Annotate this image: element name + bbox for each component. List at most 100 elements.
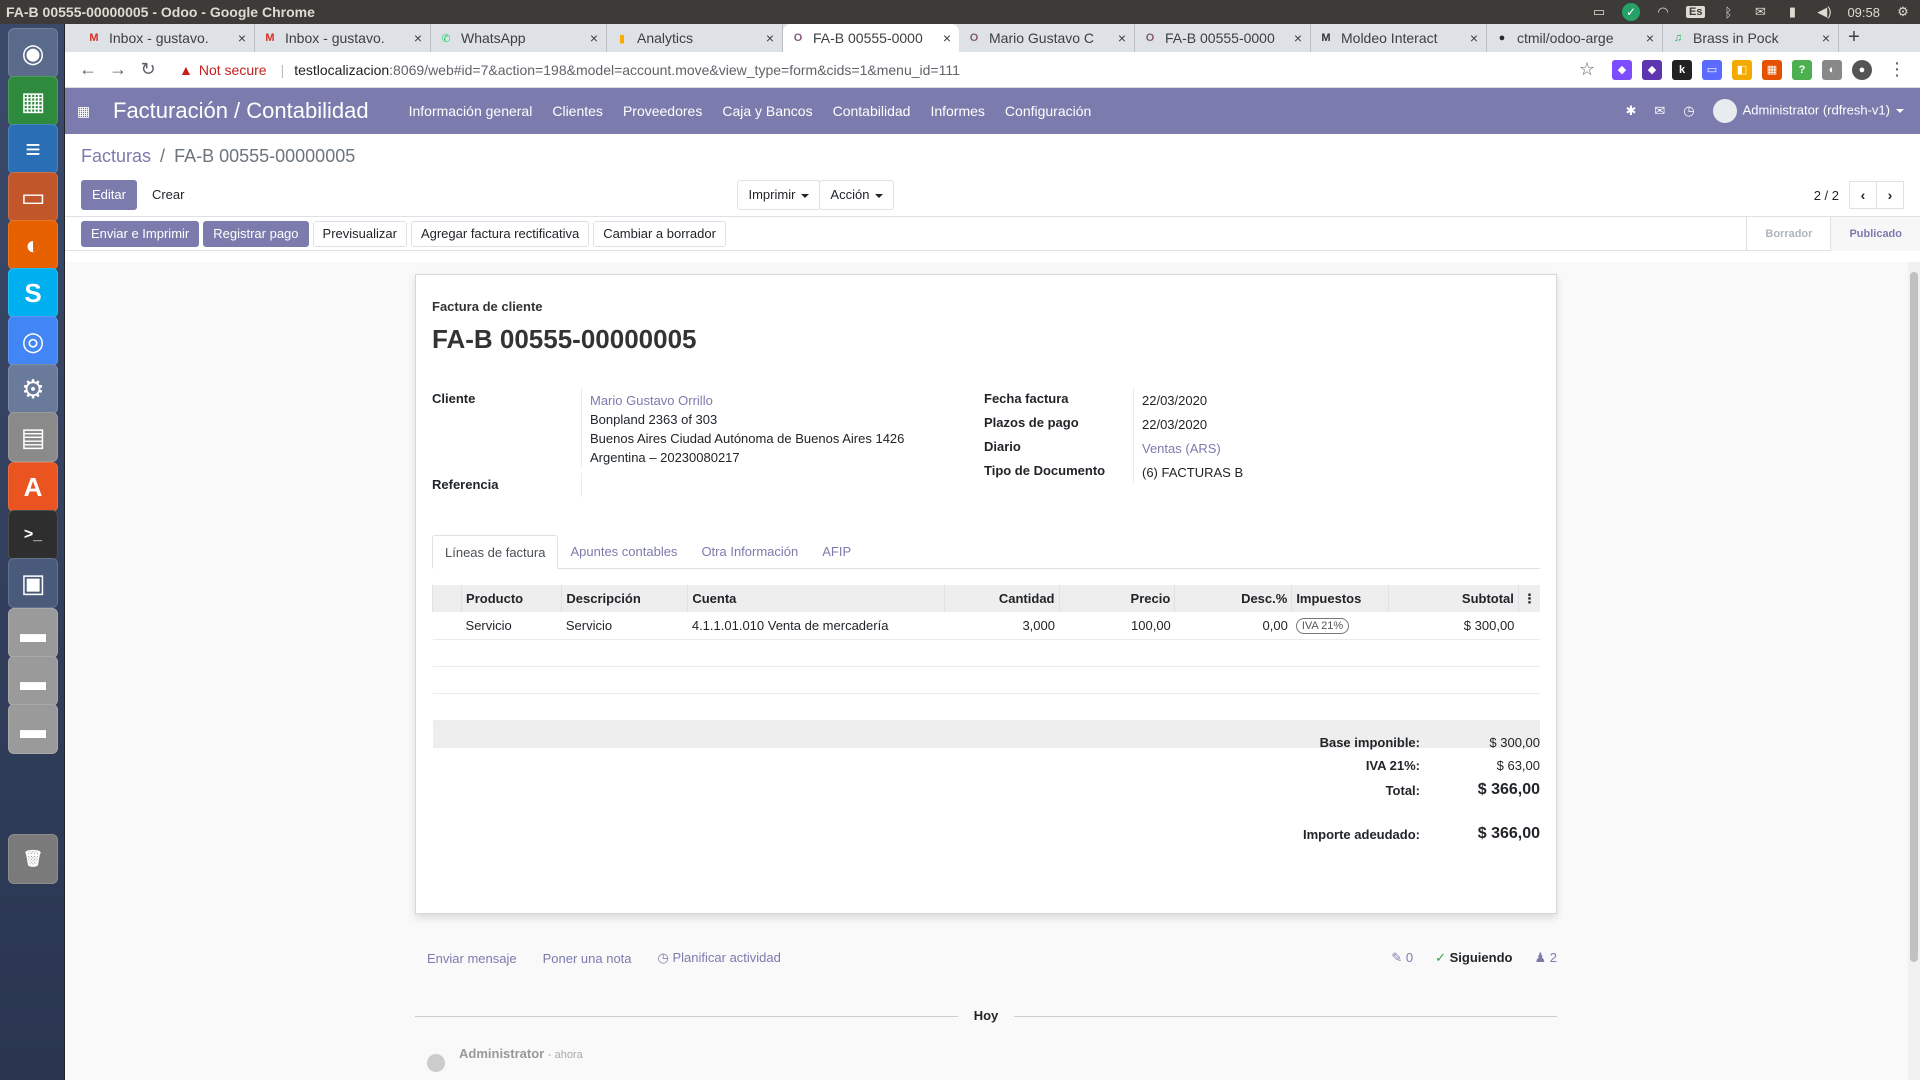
browser-tab[interactable]: ♫ Brass in Pock × [1663,24,1839,52]
notebook-tab[interactable]: Apuntes contables [558,535,689,568]
notebook-tab[interactable]: Líneas de factura [432,535,559,569]
pager-value[interactable]: 2 / 2 [1814,188,1839,203]
customer-link[interactable]: Mario Gustavo Orrillo [590,391,904,410]
menu-item[interactable]: Caja y Bancos [712,103,822,119]
drive-icon-1[interactable]: ▬ [8,608,58,658]
browser-tab[interactable]: O FA-B 00555-0000 × [783,24,959,52]
close-icon[interactable]: × [414,30,422,46]
create-button[interactable]: Crear [140,180,196,210]
close-icon[interactable]: × [766,30,774,46]
drive-icon-2[interactable]: ▬ [8,656,58,706]
action-dropdown[interactable]: Acción [819,180,895,210]
browser-tab[interactable]: ▮ Analytics × [607,24,783,52]
forward-icon[interactable]: → [103,59,133,80]
session-gear-icon[interactable]: ⚙ [1894,4,1912,19]
close-icon[interactable]: × [1294,30,1302,46]
scrollbar-thumb[interactable] [1910,272,1918,962]
extension-icon-7[interactable]: ? [1792,59,1812,80]
send-message-button[interactable]: Enviar mensaje [427,951,517,966]
empty-row[interactable] [432,639,1540,667]
spreadsheet-icon[interactable]: ▦ [8,76,58,126]
back-icon[interactable]: ← [73,59,103,80]
pager-previous-icon[interactable]: ‹ [1849,181,1877,209]
message-author[interactable]: Administrator [459,1046,544,1061]
column-header[interactable]: Desc.% [1174,585,1292,612]
breadcrumb-facturas[interactable]: Facturas [81,146,151,166]
close-icon[interactable]: × [1470,30,1478,46]
volume-icon[interactable]: ◀) [1815,4,1833,19]
close-icon[interactable]: × [590,30,598,46]
close-icon[interactable]: × [1118,30,1126,46]
impress-icon[interactable]: ▭ [8,172,58,222]
new-tab-icon[interactable]: + [1839,26,1869,52]
address-bar[interactable]: ▲ Not secure | testlocalizacion:8069/web… [169,56,1566,84]
extension-icon-3[interactable]: k [1672,59,1692,80]
column-header[interactable]: Subtotal [1388,585,1519,612]
extension-icon-6[interactable]: ▦ [1762,59,1782,80]
scrollbar[interactable] [1908,262,1920,1080]
extension-icon-5[interactable]: ◧ [1732,59,1752,80]
browser-tab[interactable]: ● ctmil/odoo-arge × [1487,24,1663,52]
following-button[interactable]: ✓ Siguiendo [1435,950,1512,966]
table-row[interactable]: Servicio Servicio 4.1.1.01.010 Venta de me… [432,612,1540,640]
profile-icon[interactable]: ● [1852,59,1872,80]
log-note-button[interactable]: Poner una nota [543,951,632,966]
followers-button[interactable]: ♟ 2 [1534,950,1557,966]
browser-tab[interactable]: O FA-B 00555-0000 × [1135,24,1311,52]
empty-row[interactable] [432,693,1540,721]
drive-icon-3[interactable]: ▬ [8,704,58,754]
bluetooth-icon[interactable]: ᛒ [1719,5,1737,20]
column-header[interactable]: Precio [1058,585,1175,612]
chrome-menu-icon[interactable]: ⋮ [1882,59,1912,80]
menu-item[interactable]: Información general [399,103,543,119]
terminal-icon[interactable]: >_ [8,510,58,560]
browser-tab[interactable]: M Moldeo Interact × [1311,24,1487,52]
column-header[interactable]: Descripción [561,585,688,612]
attachments-button[interactable]: ✎ 0 [1391,950,1413,966]
field-value[interactable]: Ventas (ARS) [1134,435,1221,459]
discuss-icon[interactable]: ✉ [1654,103,1665,119]
header-button[interactable]: Agregar factura rectificativa [410,220,590,247]
schedule-activity-button[interactable]: ◷ Planificar actividad [658,950,781,966]
software-center-icon[interactable]: A [8,462,58,512]
status-step[interactable]: Borrador [1746,216,1830,251]
notebook-tab[interactable]: Otra Información [689,535,810,568]
browser-tab[interactable]: O Mario Gustavo C × [959,24,1135,52]
extension-icon-2[interactable]: ◆ [1642,59,1662,80]
menu-item[interactable]: Contabilidad [823,103,921,119]
header-button[interactable]: Previsualizar [312,220,407,247]
column-header[interactable]: Producto [461,585,562,612]
user-menu[interactable]: Administrator (rdfresh-v1) [1712,99,1904,123]
close-icon[interactable]: × [1822,30,1830,46]
clock[interactable]: 09:58 [1847,5,1880,20]
writer-icon[interactable]: ≡ [8,124,58,174]
skype-icon[interactable]: S [8,268,58,318]
column-header[interactable]: Cuenta [687,585,945,612]
browser-tab[interactable]: ✆ WhatsApp × [431,24,607,52]
menu-item[interactable]: Clientes [542,103,613,119]
notebook-tab[interactable]: AFIP [810,535,863,568]
browser-tab[interactable]: M Inbox - gustavo. × [79,24,255,52]
keyboard-layout[interactable]: Es [1685,6,1706,18]
battery-icon[interactable]: ▮ [1783,4,1801,19]
files-icon[interactable]: ▤ [8,412,58,462]
menu-item[interactable]: Configuración [995,103,1101,119]
menu-item[interactable]: Informes [920,103,994,119]
firefox-icon[interactable]: ◐ [8,220,58,270]
header-button[interactable]: Registrar pago [203,220,309,247]
menu-item[interactable]: Proveedores [613,103,712,119]
pager-next-icon[interactable]: › [1876,181,1904,209]
extension-icon-4[interactable]: ▭ [1702,59,1722,80]
debug-bug-icon[interactable]: ✱ [1625,103,1636,119]
extension-icon-8[interactable]: ◐ [1822,59,1842,80]
browser-tab[interactable]: M Inbox - gustavo. × [255,24,431,52]
close-icon[interactable]: × [943,30,951,46]
display-icon[interactable]: ▭ [1590,4,1608,19]
print-dropdown[interactable]: Imprimir [737,180,821,210]
optional-columns-icon[interactable]: ⋮ [1517,585,1540,612]
settings-icon[interactable]: ⚙ [8,364,58,414]
close-icon[interactable]: × [238,30,246,46]
trash-icon[interactable]: 🗑 [8,834,58,884]
activities-clock-icon[interactable]: ◷ [1683,103,1694,119]
not-secure-label[interactable]: Not secure [199,62,267,78]
